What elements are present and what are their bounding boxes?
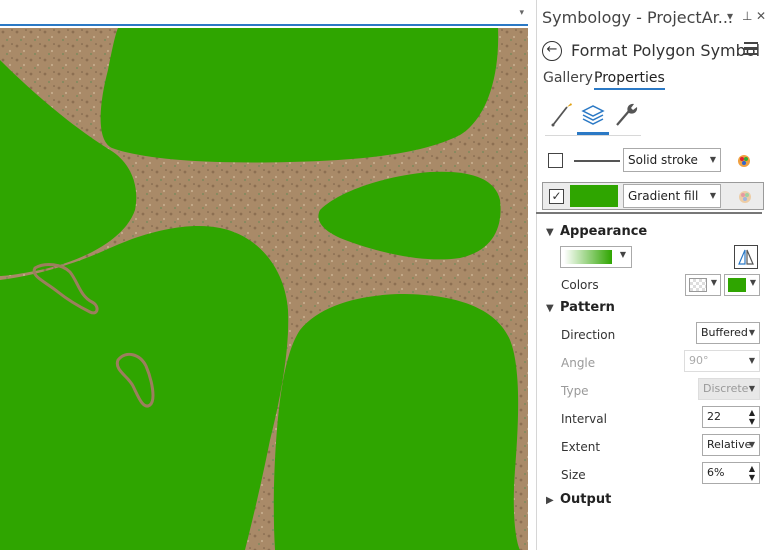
symbology-pane: Symbology - ProjectAr... ▾ ⊥ ✕ ← Format …	[536, 0, 770, 550]
pin-icon[interactable]: ⊥	[742, 9, 752, 23]
tab-properties[interactable]: Properties	[594, 70, 665, 90]
brush-icon[interactable]	[547, 99, 577, 129]
layer-type-value: Solid stroke	[628, 153, 698, 167]
polygon-shape[interactable]	[0, 226, 289, 550]
polygon-shape[interactable]	[273, 294, 520, 550]
layer-type-value: Gradient fill	[628, 189, 699, 203]
color-lock-icon[interactable]	[737, 189, 753, 205]
layer-type-dropdown[interactable]: Gradient fill ▼	[623, 184, 721, 208]
divider	[545, 135, 641, 136]
layer-visibility-checkbox[interactable]: ✓	[549, 189, 564, 204]
map-header-bar: ▾	[0, 0, 528, 26]
layer-visibility-checkbox[interactable]	[548, 153, 563, 168]
stroke-swatch	[574, 160, 620, 162]
layers-icon[interactable]	[578, 99, 608, 129]
pane-title: Symbology - ProjectAr...	[542, 8, 734, 27]
color-lock-icon[interactable]	[736, 153, 752, 169]
map-view[interactable]: ▾	[0, 0, 528, 550]
pane-subtitle: Format Polygon Symbol	[571, 41, 761, 60]
map-dropdown-icon[interactable]: ▾	[519, 8, 524, 18]
selected-layer-indicator	[536, 212, 762, 214]
fill-swatch	[570, 185, 618, 207]
layer-type-dropdown[interactable]: Solid stroke ▼	[623, 148, 721, 172]
tab-gallery[interactable]: Gallery	[543, 70, 593, 86]
close-icon[interactable]: ✕	[756, 9, 766, 23]
pane-options-icon[interactable]: ▾	[727, 9, 733, 23]
layer-row-stroke[interactable]: Solid stroke ▼	[542, 147, 764, 175]
hamburger-menu-icon[interactable]	[744, 42, 758, 56]
map-canvas[interactable]	[0, 28, 528, 550]
back-arrow-icon[interactable]: ←	[542, 41, 562, 61]
wrench-icon[interactable]	[611, 99, 641, 129]
polygon-shape[interactable]	[100, 28, 499, 163]
layer-row-fill[interactable]: ✓ Gradient fill ▼	[542, 182, 764, 210]
